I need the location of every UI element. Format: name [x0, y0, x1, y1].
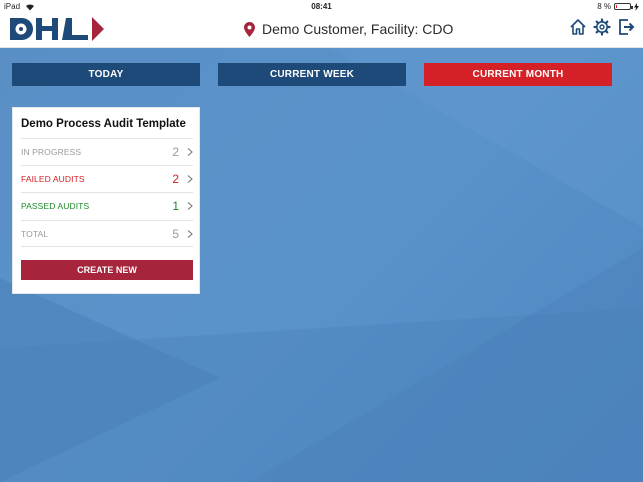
home-icon[interactable]	[569, 18, 587, 36]
row-in-progress[interactable]: IN PROGRESS 2	[21, 138, 193, 165]
tab-current-month[interactable]: CURRENT MONTH	[424, 63, 612, 86]
row-label: FAILED AUDITS	[21, 174, 85, 184]
logout-icon[interactable]	[617, 18, 635, 36]
tab-today[interactable]: TODAY	[12, 63, 200, 86]
row-total[interactable]: TOTAL 5	[21, 220, 193, 247]
status-bar: iPad 08:41 8 %	[0, 0, 643, 13]
chevron-right-icon	[187, 175, 193, 183]
dhl-logo	[10, 17, 104, 41]
row-failed-audits[interactable]: FAILED AUDITS 2	[21, 165, 193, 192]
row-value: 2	[172, 172, 179, 186]
battery-icon	[614, 3, 633, 10]
tab-current-week[interactable]: CURRENT WEEK	[218, 63, 406, 86]
location-selector[interactable]: Demo Customer, Facility: CDO	[244, 21, 453, 37]
audit-template-card: Demo Process Audit Template IN PROGRESS …	[12, 107, 200, 294]
row-label: TOTAL	[21, 228, 49, 239]
create-new-button[interactable]: CREATE NEW	[21, 260, 193, 280]
row-value: 5	[172, 226, 179, 241]
row-value: 1	[172, 199, 179, 213]
chevron-right-icon	[187, 229, 193, 238]
chevron-right-icon	[187, 148, 193, 156]
card-title: Demo Process Audit Template	[21, 118, 186, 130]
clock: 08:41	[311, 2, 332, 11]
battery-percent: 8 %	[597, 2, 611, 11]
row-label: IN PROGRESS	[21, 147, 82, 157]
row-passed-audits[interactable]: PASSED AUDITS 1	[21, 192, 193, 219]
chevron-right-icon	[187, 202, 193, 210]
app-header: Demo Customer, Facility: CDO	[0, 13, 643, 48]
map-pin-icon	[244, 21, 255, 37]
charging-icon	[634, 2, 639, 11]
gear-icon[interactable]	[593, 18, 611, 36]
row-label: PASSED AUDITS	[21, 201, 90, 211]
location-label: Demo Customer, Facility: CDO	[262, 21, 454, 37]
row-value: 2	[172, 145, 179, 159]
